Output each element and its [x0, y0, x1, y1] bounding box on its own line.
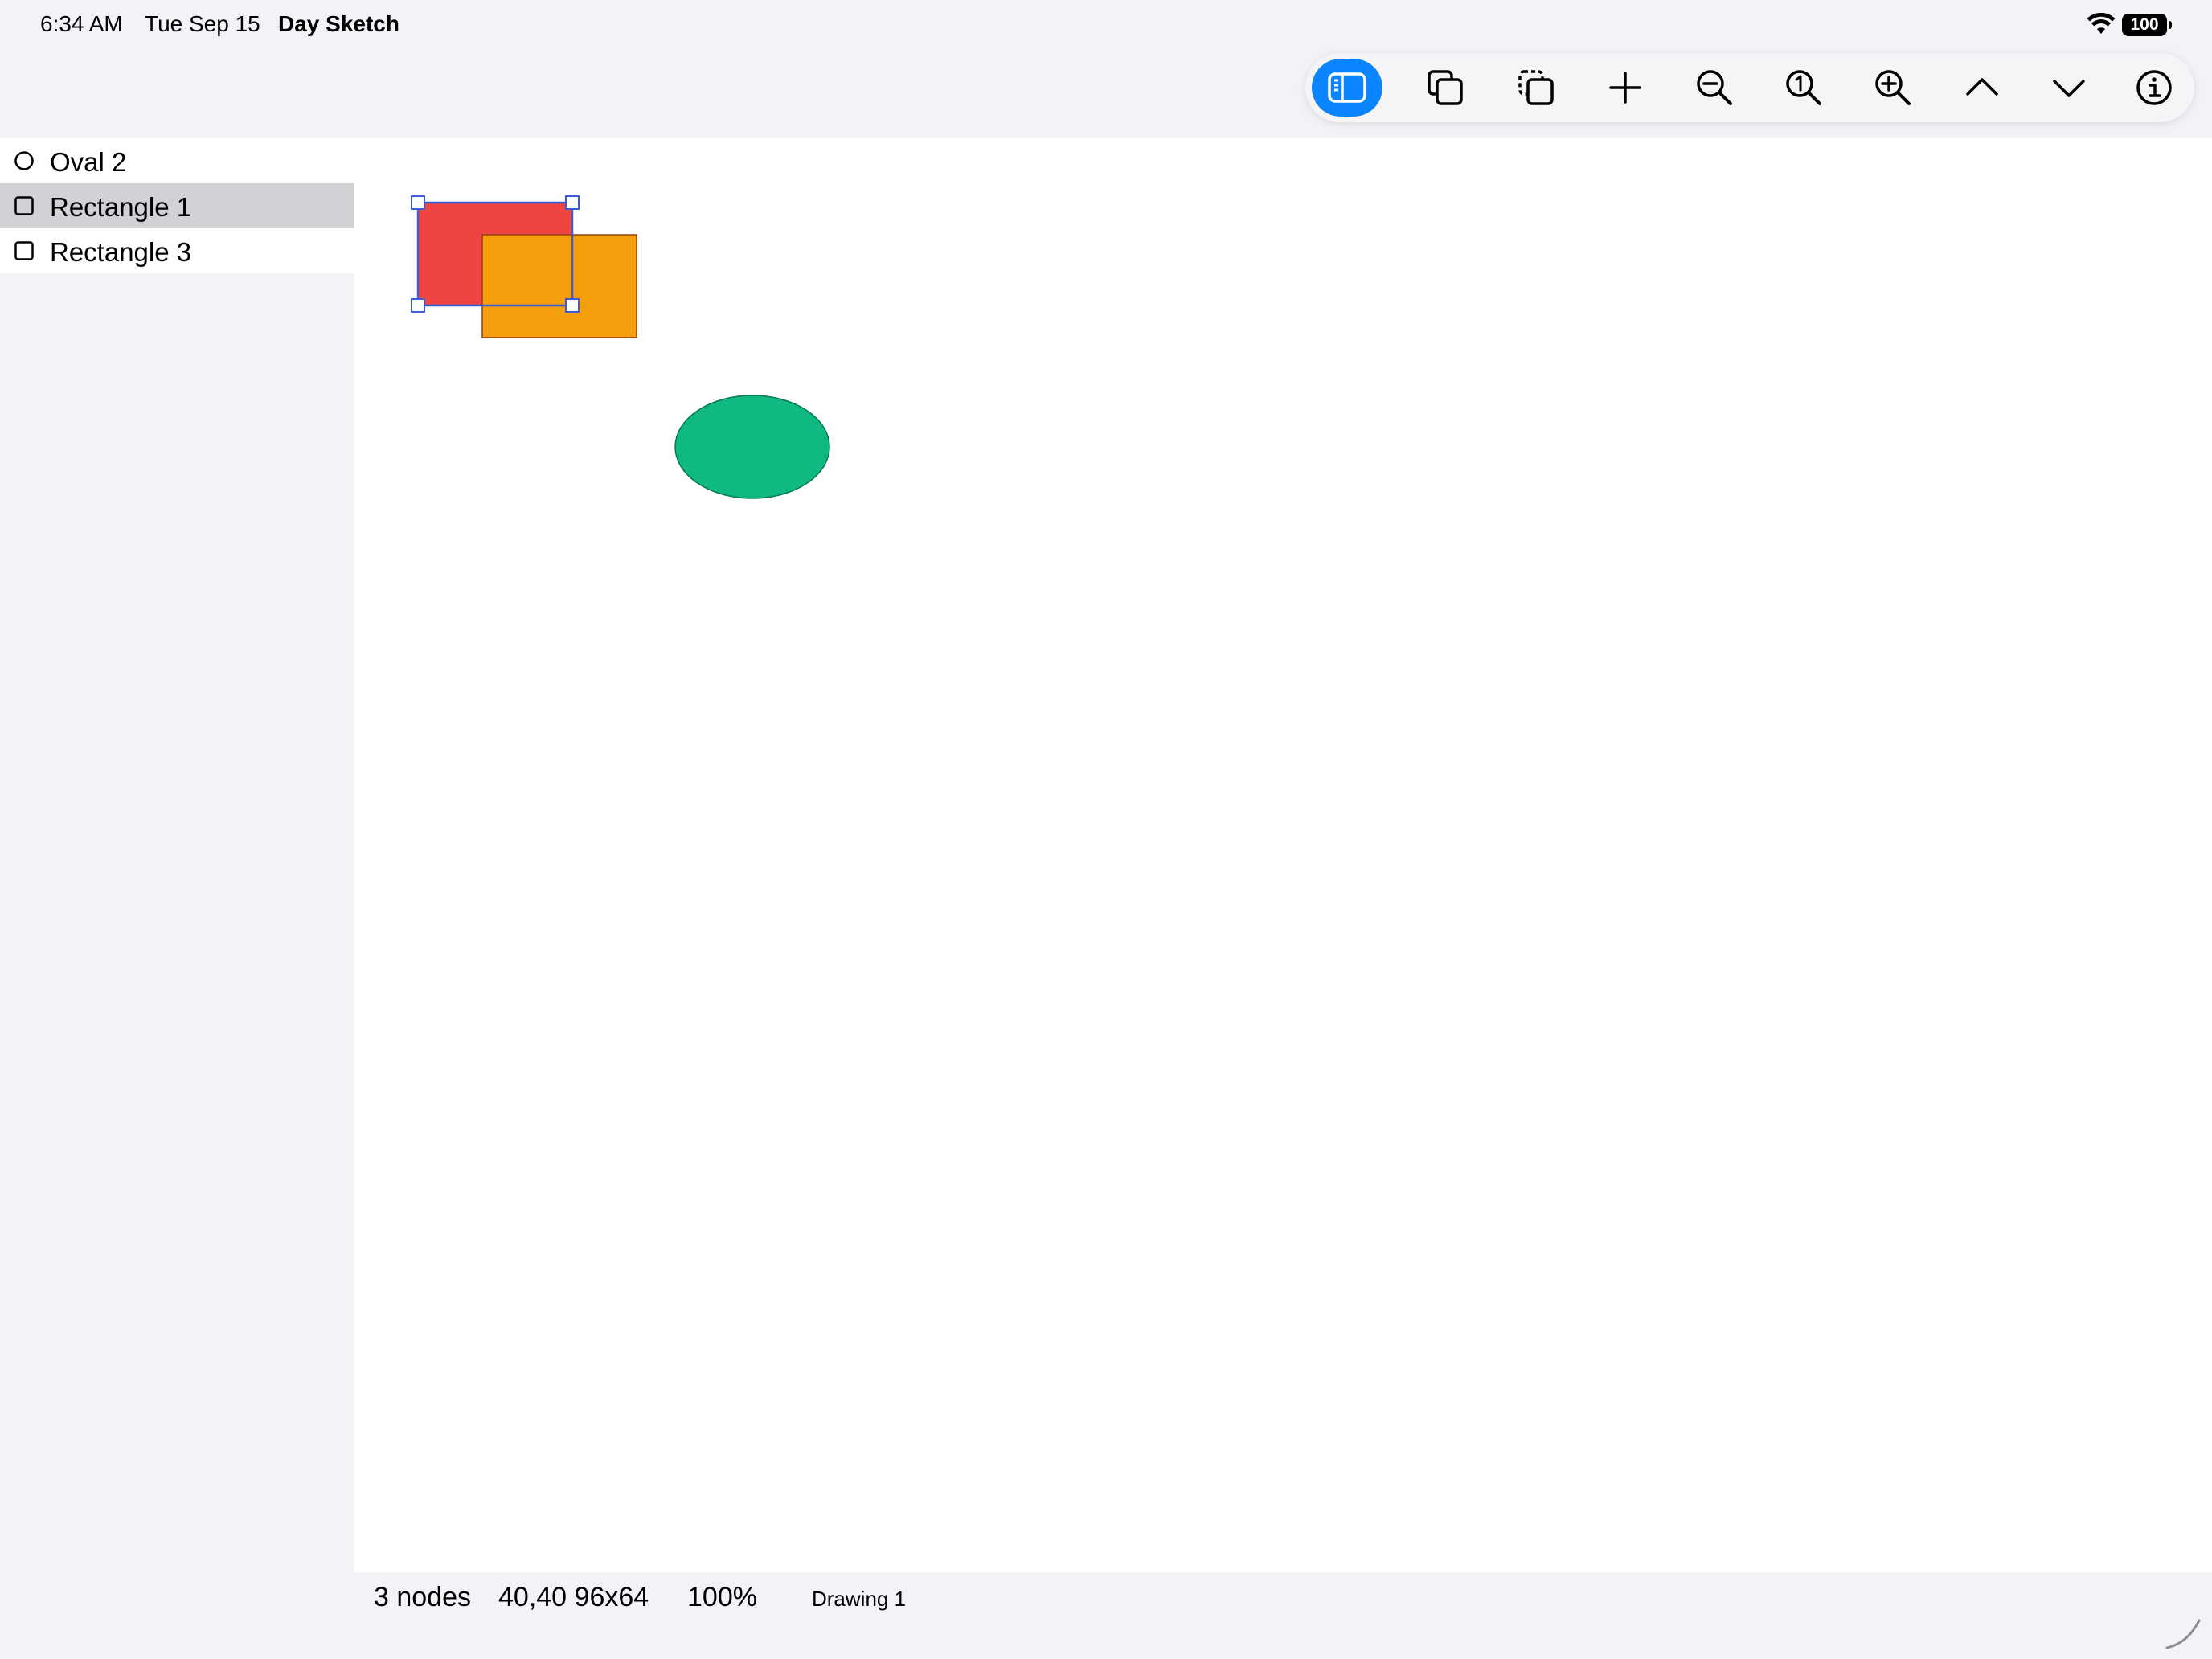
info-button[interactable] [2119, 59, 2189, 117]
sidebar-icon [1328, 72, 1366, 103]
info-icon [2136, 70, 2172, 105]
status-date: Tue Sep 15 [145, 11, 260, 36]
bottom-status-bar: 3 nodes 40,40 96x64 100% Drawing 1 [354, 1572, 2212, 1659]
sidebar-item-oval-2[interactable]: Oval 2 [0, 138, 354, 183]
status-time: 6:34 AM [40, 11, 123, 36]
sidebar-item-label: Rectangle 3 [50, 237, 192, 267]
node-count: 3 nodes [374, 1582, 471, 1612]
toggle-sidebar-button[interactable] [1312, 59, 1382, 117]
battery-level: 100 [2130, 15, 2159, 34]
circle-icon [14, 151, 34, 170]
zoom-in-icon [1875, 70, 1911, 105]
wifi-icon [2087, 13, 2116, 34]
zoom-in-button[interactable] [1858, 59, 1928, 117]
dashed-copy-icon [1518, 70, 1554, 105]
zoom-out-icon [1697, 70, 1732, 105]
scribble-grip-icon [2165, 1619, 2201, 1649]
square-icon [14, 241, 34, 260]
sidebar-item-rectangle-1[interactable]: Rectangle 1 [0, 183, 354, 228]
zoom-actual-size-icon [1786, 70, 1821, 105]
move-up-button[interactable] [1947, 59, 2017, 117]
square-icon [14, 196, 34, 215]
duplicate-icon [1428, 70, 1463, 105]
battery-icon: 100 [2122, 14, 2172, 36]
app-name: Day Sketch [278, 11, 399, 36]
resize-handle-top-right[interactable] [565, 195, 580, 210]
sidebar-item-rectangle-3[interactable]: Rectangle 3 [0, 228, 354, 273]
sidebar-item-label: Rectangle 1 [50, 192, 192, 222]
zoom-level: 100% [687, 1582, 757, 1612]
resize-handle-bottom-left[interactable] [411, 298, 425, 313]
toolbar [1305, 53, 2194, 122]
move-down-button[interactable] [2034, 59, 2104, 117]
actual-size-button[interactable] [1768, 59, 1839, 117]
resize-handle-bottom-right[interactable] [565, 298, 580, 313]
canvas-svg [411, 195, 830, 499]
chevron-up-icon [1966, 78, 1998, 96]
status-bar: 6:34 AM Tue Sep 15 Day Sketch 100 [0, 0, 2212, 51]
rectangle-3-shape[interactable] [481, 234, 637, 338]
duplicate-button[interactable] [1410, 59, 1481, 117]
resize-handle-top-left[interactable] [411, 195, 425, 210]
plus-icon [1609, 72, 1641, 104]
sidebar-item-label: Oval 2 [50, 147, 127, 177]
selection-frame: 40,40 96x64 [498, 1582, 649, 1612]
zoom-out-button[interactable] [1679, 59, 1750, 117]
add-node-button[interactable] [1590, 59, 1661, 117]
drawing-canvas[interactable] [354, 138, 2212, 1572]
document-name: Drawing 1 [812, 1587, 907, 1611]
chevron-down-icon [2053, 80, 2085, 97]
copy-selection-button[interactable] [1501, 59, 1571, 117]
layers-sidebar: Oval 2 Rectangle 1 Rectangle 3 [0, 138, 354, 1659]
oval-2-shape[interactable] [674, 395, 830, 499]
